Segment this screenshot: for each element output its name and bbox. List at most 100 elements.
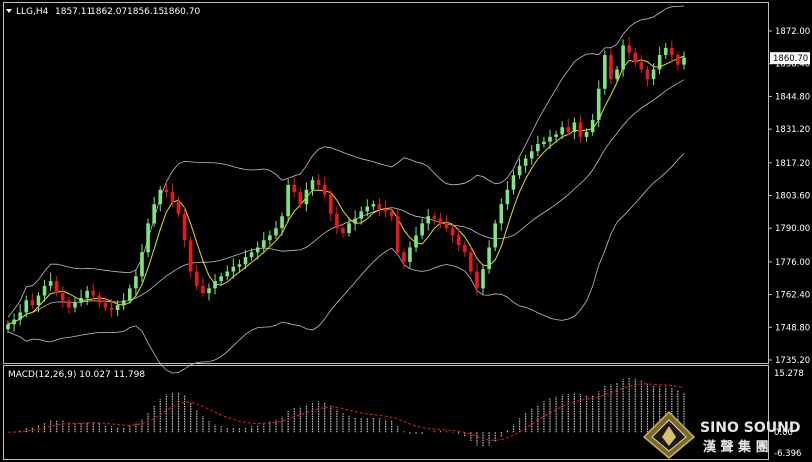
- price-tick-label: 1790.00: [775, 224, 810, 234]
- ohlc-close: 1860.70: [163, 7, 200, 17]
- dropdown-triangle-icon[interactable]: [6, 9, 12, 13]
- candle-body: [237, 264, 242, 267]
- candle-body: [481, 269, 485, 289]
- current-price-label: 1860.70: [773, 54, 808, 64]
- candle-body: [444, 223, 449, 229]
- logo-chinese: 漢 聲 集 團: [703, 439, 769, 455]
- candle-body: [517, 165, 522, 176]
- candle-body: [456, 235, 461, 246]
- candle-body: [286, 184, 290, 217]
- candle-body: [487, 247, 491, 270]
- candle-body: [621, 45, 625, 70]
- candle-body: [682, 57, 686, 65]
- macd-axis: 15.2780.00-6.396: [774, 369, 804, 459]
- candle-body: [79, 297, 83, 303]
- candle-body: [657, 55, 662, 70]
- candle-body: [73, 302, 77, 308]
- candle-body: [499, 204, 504, 224]
- candle-body: [67, 300, 71, 308]
- candle-body: [511, 175, 516, 190]
- diamond-logo-icon: [642, 410, 696, 459]
- price-tick-label: 1748.80: [775, 323, 810, 333]
- candle-body: [231, 266, 236, 272]
- candle-body: [645, 69, 650, 80]
- candle-body: [353, 218, 357, 224]
- macd-tick-label: -6.396: [774, 449, 801, 459]
- candle-body: [450, 228, 455, 236]
- candle-body: [170, 192, 175, 202]
- price-tick-label: 1762.40: [775, 291, 810, 301]
- candle-body: [402, 252, 406, 262]
- price-axis: 1872.001858.401844.801831.201817.201803.…: [768, 27, 810, 366]
- candle-body: [152, 204, 156, 224]
- candle-body: [140, 252, 144, 277]
- candle-body: [578, 122, 583, 137]
- candle-body: [243, 257, 248, 265]
- logo-name: SINO SOUND: [700, 420, 800, 436]
- candle-body: [389, 211, 394, 217]
- candle-body: [676, 55, 680, 65]
- candle-body: [91, 290, 96, 296]
- candle-body: [603, 55, 607, 89]
- candle-body: [566, 127, 571, 133]
- candle-body: [584, 132, 589, 137]
- candle-body: [30, 300, 35, 306]
- candle-body: [414, 235, 418, 248]
- candle-body: [6, 324, 10, 330]
- candle-body: [158, 189, 163, 205]
- price-tick-label: 1735.20: [775, 356, 810, 366]
- price-tick-label: 1844.80: [775, 92, 810, 102]
- macd-label: MACD(12,26,9) 10.027 11.798: [8, 370, 145, 380]
- candle-body: [335, 213, 339, 229]
- candle-body: [523, 158, 528, 166]
- candle-body: [316, 180, 321, 185]
- bollinger-upper-band: [7, 5, 685, 318]
- candle-body: [505, 189, 510, 205]
- candle-body: [609, 55, 613, 80]
- candle-body: [493, 223, 498, 248]
- candle-body: [61, 293, 65, 301]
- symbol-label: LLG,H4: [16, 7, 49, 17]
- candle-body: [322, 184, 327, 195]
- macd-signal-line: [7, 383, 685, 441]
- price-tick-label: 1817.20: [775, 159, 810, 169]
- candle-body: [639, 62, 644, 70]
- candle-body: [261, 240, 266, 248]
- ohlc-open: 1857.11: [55, 7, 92, 17]
- candle-body: [560, 127, 564, 135]
- candle-body: [97, 295, 102, 303]
- trading-chart[interactable]: LLG,H4 1857.11 1862.07 1856.15 1860.70 1…: [0, 0, 812, 462]
- candle-body: [359, 211, 364, 219]
- candle-body: [109, 307, 114, 310]
- ohlc-low: 1856.15: [127, 7, 164, 17]
- candle-body: [371, 204, 376, 207]
- candle-body: [651, 69, 656, 80]
- candle-body: [268, 235, 272, 241]
- candle-body: [536, 144, 540, 152]
- candle-body: [408, 247, 412, 262]
- candle-body: [572, 122, 577, 133]
- candle-body: [548, 136, 552, 142]
- candlesticks: [6, 37, 686, 333]
- candle-body: [249, 252, 254, 258]
- candle-body: [383, 208, 388, 212]
- candle-body: [18, 312, 22, 320]
- candle-body: [207, 288, 211, 294]
- candle-body: [633, 52, 638, 63]
- candle-body: [298, 192, 303, 205]
- candle-body: [432, 216, 437, 219]
- candle-body: [292, 184, 297, 193]
- candle-body: [115, 305, 120, 310]
- candle-body: [462, 245, 467, 253]
- candle-body: [12, 319, 16, 325]
- candle-body: [475, 271, 479, 289]
- macd-histogram: [7, 377, 685, 448]
- indicator-overlays: [7, 5, 685, 374]
- candle-body: [42, 285, 47, 296]
- candle-body: [304, 189, 309, 205]
- candle-body: [194, 271, 199, 286]
- candle-body: [469, 252, 473, 272]
- candle-body: [420, 223, 424, 236]
- candle-body: [274, 228, 278, 236]
- candle-body: [670, 47, 674, 56]
